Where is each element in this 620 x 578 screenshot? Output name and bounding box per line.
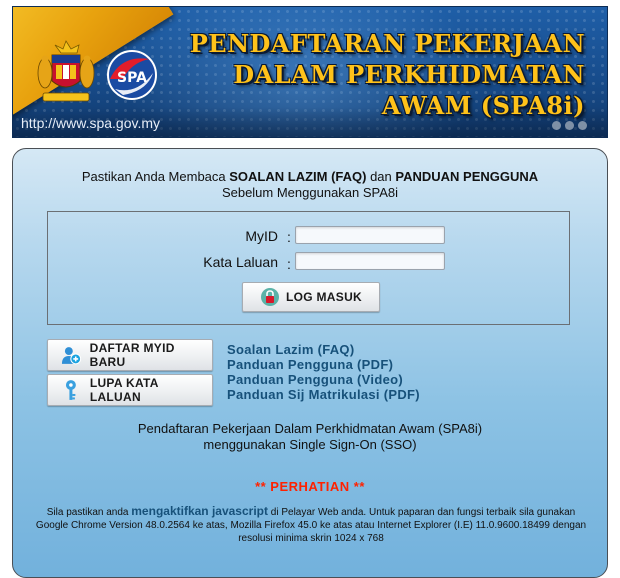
banner-title-line-2: DALAM PERKHIDMATAN <box>233 60 585 89</box>
link-user-guide-video[interactable]: Panduan Pengguna (Video) <box>227 372 420 387</box>
myid-input[interactable] <box>295 226 445 244</box>
read-notice-line-2: Sebelum Menggunakan SPA8i <box>221 185 399 200</box>
banner-url: http://www.spa.gov.my <box>21 115 161 131</box>
user-icon <box>61 347 82 365</box>
js-note-prefix: Sila pastikan anda <box>46 507 132 518</box>
read-notice: Pastikan Anda Membaca SOALAN LAZIM (FAQ)… <box>13 169 607 184</box>
login-form: MyID : Kata Laluan : LOG MASUK <box>47 211 570 325</box>
password-input[interactable] <box>295 252 445 270</box>
header-banner: SPA PENDAFTARAN PEKERJAAN DALAM PERKHIDM… <box>12 6 608 138</box>
browser-requirements-note: Sila pastikan anda mengaktifkan javascri… <box>31 505 591 545</box>
slide-dot[interactable] <box>552 121 561 130</box>
myid-colon: : <box>287 229 291 245</box>
password-colon: : <box>287 256 291 272</box>
register-myid-button[interactable]: DAFTAR MYID BARU <box>47 339 213 371</box>
malaysia-coat-of-arms-logo <box>37 40 95 102</box>
js-note-highlight: mengaktifkan javascript <box>131 504 268 518</box>
lock-icon <box>260 288 279 306</box>
register-myid-label: DAFTAR MYID BARU <box>89 341 175 369</box>
help-links: Soalan Lazim (FAQ) Panduan Pengguna (PDF… <box>227 342 420 402</box>
notice-faq: SOALAN LAZIM (FAQ) <box>229 169 367 184</box>
slideshow-dots <box>552 121 587 130</box>
notice-mid: dan <box>366 169 396 184</box>
notice-prefix: Pastikan Anda Membaca <box>81 169 230 184</box>
myid-label: MyID <box>245 228 278 244</box>
banner-title-line-3: AWAM (SPA8i) <box>381 91 585 120</box>
banner-title-line-1: PENDAFTARAN PEKERJAAN <box>189 29 585 58</box>
link-faq[interactable]: Soalan Lazim (FAQ) <box>227 342 420 357</box>
spa-logo-text: SPA <box>117 70 147 86</box>
forgot-password-button[interactable]: LUPA KATA LALUAN <box>47 374 213 406</box>
attention-heading: ** PERHATIAN ** <box>255 479 365 494</box>
link-matriculation-guide-pdf[interactable]: Panduan Sij Matrikulasi (PDF) <box>227 387 420 402</box>
link-user-guide-pdf[interactable]: Panduan Pengguna (PDF) <box>227 357 420 372</box>
sso-info-line-2: menggunakan Single Sign-On (SSO) <box>203 437 417 452</box>
notice-guide: PANDUAN PENGGUNA <box>395 169 539 184</box>
slide-dot[interactable] <box>565 121 574 130</box>
spa-logo: SPA <box>107 50 157 100</box>
slide-dot[interactable] <box>578 121 587 130</box>
sso-info-line-1: Pendaftaran Pekerjaan Dalam Perkhidmatan… <box>137 421 483 436</box>
password-label: Kata Laluan <box>203 254 278 270</box>
login-button-label: LOG MASUK <box>285 290 363 304</box>
forgot-password-label: LUPA KATA LALUAN <box>89 376 159 404</box>
login-panel: Pastikan Anda Membaca SOALAN LAZIM (FAQ)… <box>12 148 608 578</box>
key-icon <box>65 380 76 400</box>
login-button[interactable]: LOG MASUK <box>242 282 380 312</box>
